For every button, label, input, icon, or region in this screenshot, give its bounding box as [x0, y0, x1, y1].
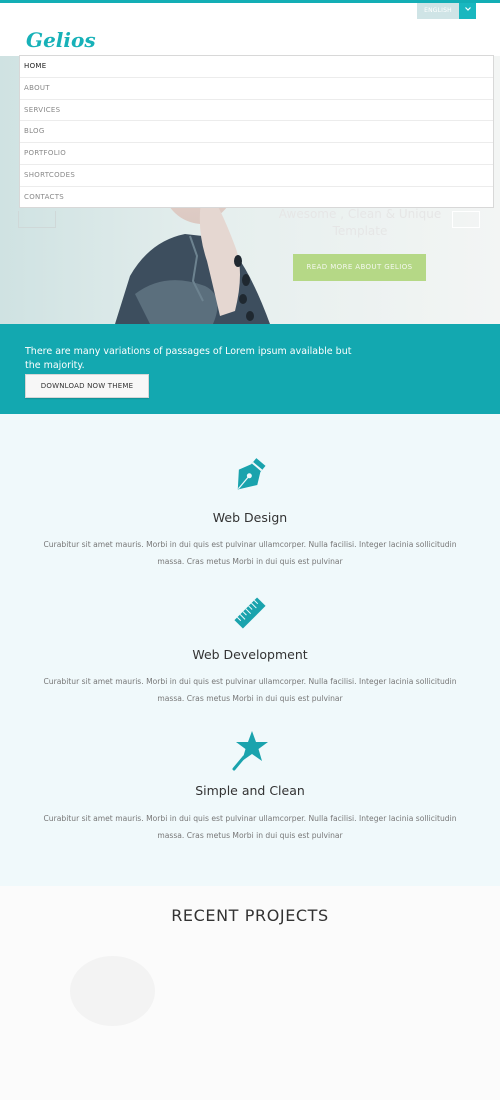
- nav-item-blog[interactable]: BLOG: [20, 121, 493, 144]
- feature-simple-clean: Simple and Clean Curabitur sit amet maur…: [0, 729, 500, 840]
- recent-projects-section: RECENT PROJECTS: [0, 886, 500, 1100]
- nav-item-shortcodes[interactable]: SHORTCODES: [20, 165, 493, 187]
- recent-projects-heading: RECENT PROJECTS: [171, 906, 329, 925]
- nav-item-portfolio[interactable]: PORTFOLIO: [20, 143, 493, 165]
- feature-web-development: Web Development Curabitur sit amet mauri…: [0, 592, 500, 703]
- feature-title: Web Design: [212, 510, 288, 525]
- nav-item-about[interactable]: ABOUT: [20, 78, 493, 100]
- chevron-down-icon[interactable]: [459, 3, 476, 19]
- hero-prev-button[interactable]: [18, 211, 56, 228]
- feature-title: Web Development: [192, 647, 308, 662]
- read-more-button[interactable]: READ MORE ABOUT GELIOS: [293, 254, 426, 281]
- nav-item-home[interactable]: HOME: [20, 56, 493, 78]
- feature-description: Curabitur sit amet mauris. Morbi in dui …: [43, 814, 457, 840]
- features-section: Web Design Curabitur sit amet mauris. Mo…: [0, 414, 500, 886]
- project-placeholder: [70, 956, 155, 1026]
- banner-text: There are many variations of passages of…: [25, 346, 352, 371]
- language-selector[interactable]: ENGLISH: [417, 3, 476, 19]
- main-nav-dropdown: HOME ABOUT SERVICES BLOG PORTFOLIO SHORT…: [19, 55, 494, 208]
- site-logo[interactable]: Gelios: [26, 28, 96, 52]
- download-theme-button[interactable]: DOWNLOAD NOW THEME: [25, 374, 149, 398]
- pen-nib-icon: [237, 458, 266, 490]
- download-banner: There are many variations of passages of…: [0, 324, 500, 414]
- feature-description: Curabitur sit amet mauris. Morbi in dui …: [43, 677, 457, 703]
- magic-wand-star-icon: [232, 731, 268, 771]
- hero-next-button[interactable]: [452, 211, 480, 228]
- nav-item-contacts[interactable]: CONTACTS: [20, 187, 493, 209]
- feature-description: Curabitur sit amet mauris. Morbi in dui …: [43, 540, 457, 566]
- ruler-icon: [234, 597, 266, 629]
- language-label[interactable]: ENGLISH: [417, 3, 459, 19]
- feature-title: Simple and Clean: [195, 783, 305, 798]
- feature-web-design: Web Design Curabitur sit amet mauris. Mo…: [0, 454, 500, 566]
- hero-headline: Awesome , Clean & Unique Template: [278, 207, 442, 238]
- nav-item-services[interactable]: SERVICES: [20, 100, 493, 122]
